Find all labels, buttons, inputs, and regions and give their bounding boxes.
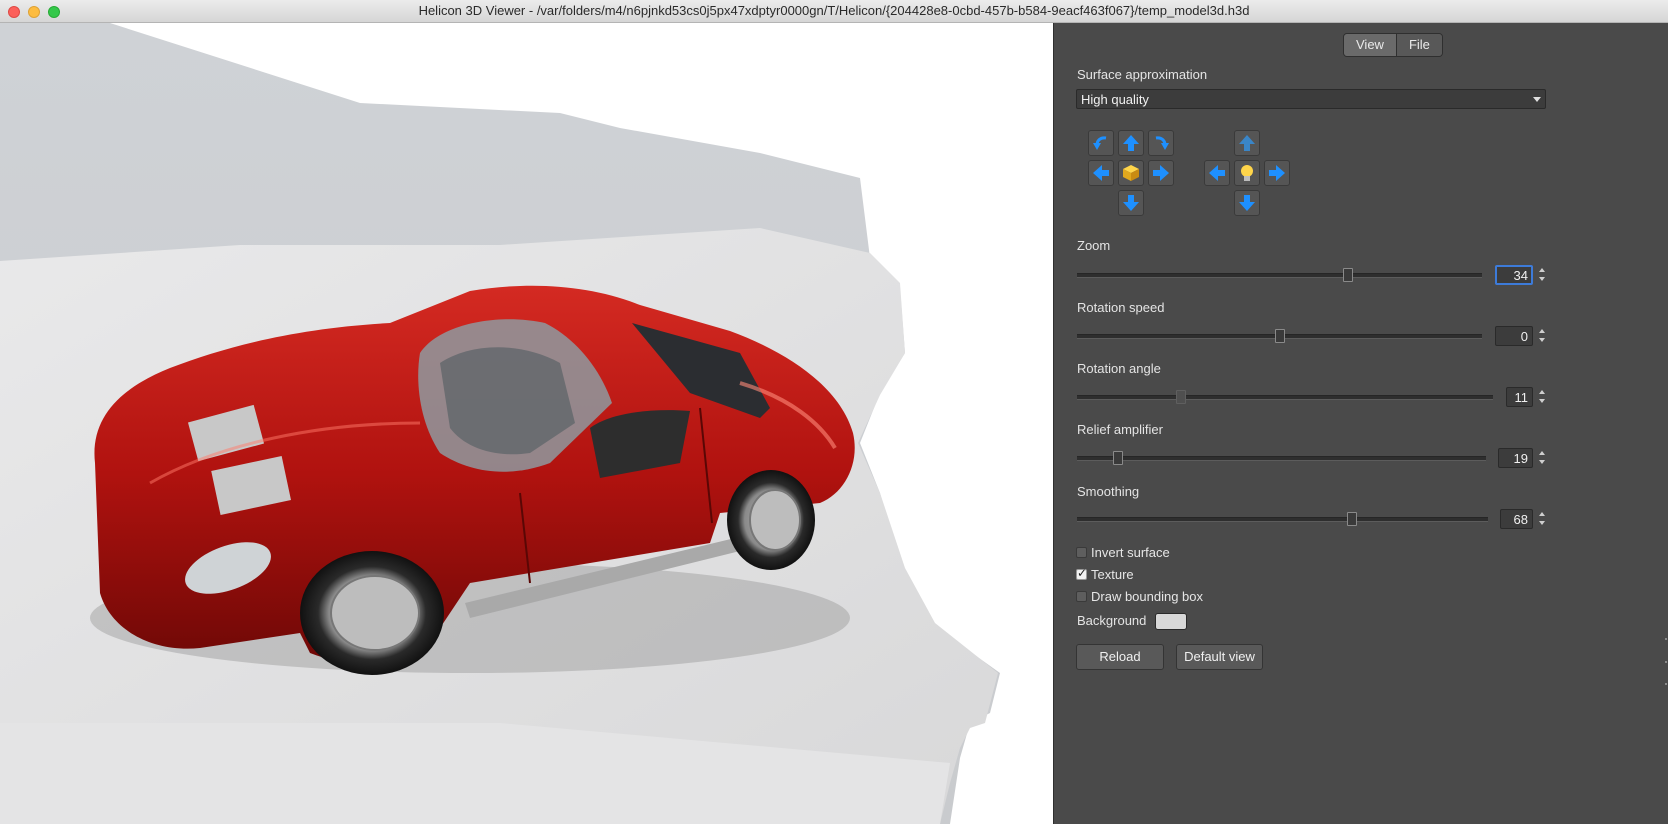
smoothing-stepper[interactable]	[1537, 509, 1547, 529]
rotation-speed-stepper[interactable]	[1537, 326, 1547, 346]
panel-tabs: View File	[1343, 33, 1443, 57]
zoom-value: 34	[1513, 268, 1528, 283]
arrow-down-icon	[1123, 195, 1139, 211]
3d-model-render[interactable]	[0, 23, 1052, 824]
light-left-button[interactable]	[1204, 160, 1230, 186]
relief-amplifier-slider[interactable]	[1077, 456, 1486, 461]
arrow-up-icon	[1239, 135, 1255, 151]
chevron-up-icon	[1539, 451, 1545, 455]
draw-bounding-box-option[interactable]: Draw bounding box	[1076, 587, 1203, 605]
zoom-label: Zoom	[1077, 238, 1111, 253]
rotation-angle-value: 11	[1514, 390, 1529, 405]
zoom-spinbox[interactable]: 34	[1495, 265, 1533, 285]
arrow-left-icon	[1093, 165, 1109, 181]
rotate-left-arrow-button[interactable]	[1088, 160, 1114, 186]
rotation-angle-slider-handle[interactable]	[1176, 390, 1186, 404]
arrow-left-icon	[1209, 165, 1225, 181]
rotation-speed-slider-handle[interactable]	[1274, 329, 1285, 343]
smoothing-slider[interactable]	[1077, 517, 1488, 522]
chevron-down-icon	[1539, 460, 1545, 464]
control-panel: View File Surface approximation High qua…	[1053, 23, 1668, 824]
light-button[interactable]	[1234, 160, 1260, 186]
rotate-right-icon	[1155, 136, 1169, 150]
zoom-slider-handle[interactable]	[1343, 268, 1354, 282]
surface-approximation-select[interactable]: High quality	[1076, 89, 1546, 109]
reload-button[interactable]: Reload	[1076, 644, 1164, 670]
draw-bounding-box-checkbox[interactable]	[1076, 590, 1087, 602]
background-label: Background	[1077, 613, 1147, 628]
tab-file[interactable]: File	[1395, 34, 1442, 56]
rotate-left-button[interactable]	[1088, 130, 1114, 156]
relief-amplifier-value: 19	[1513, 451, 1528, 466]
chevron-down-icon	[1539, 399, 1545, 403]
rotate-down-button[interactable]	[1118, 190, 1144, 216]
smoothing-spinbox[interactable]: 68	[1500, 509, 1533, 529]
chevron-down-icon	[1539, 277, 1545, 281]
window-title: Helicon 3D Viewer - /var/folders/m4/n6pj…	[418, 3, 1250, 18]
chevron-down-icon	[1539, 521, 1545, 525]
smoothing-label: Smoothing	[1077, 484, 1140, 499]
rotate-right-button[interactable]	[1148, 130, 1174, 156]
rotate-right-arrow-button[interactable]	[1148, 160, 1174, 186]
texture-checkbox[interactable]: ✓	[1076, 565, 1088, 580]
arrow-up-icon	[1123, 135, 1139, 151]
rotation-angle-label: Rotation angle	[1077, 361, 1161, 376]
chevron-up-icon	[1539, 512, 1545, 516]
zoom-stepper[interactable]	[1537, 265, 1547, 285]
rotation-speed-value: 0	[1520, 329, 1528, 344]
rotation-angle-stepper[interactable]	[1537, 387, 1547, 407]
relief-amplifier-spinbox[interactable]: 19	[1498, 448, 1533, 468]
invert-surface-option[interactable]: Invert surface	[1076, 543, 1170, 561]
resize-grip[interactable]	[1665, 638, 1667, 640]
invert-surface-label: Invert surface	[1091, 544, 1170, 560]
resize-grip[interactable]	[1665, 683, 1667, 685]
smoothing-slider-handle[interactable]	[1347, 512, 1358, 526]
lightbulb-icon	[1241, 165, 1253, 181]
background-color-swatch[interactable]	[1155, 613, 1187, 630]
smoothing-value: 68	[1513, 512, 1528, 527]
arrow-down-icon	[1239, 195, 1255, 211]
chevron-up-icon	[1539, 329, 1545, 333]
texture-option[interactable]: ✓ Texture	[1076, 565, 1134, 583]
texture-label: Texture	[1091, 566, 1134, 582]
tab-view[interactable]: View	[1344, 34, 1396, 56]
rotation-angle-slider[interactable]	[1077, 395, 1493, 400]
relief-amplifier-stepper[interactable]	[1537, 448, 1547, 468]
app-window: Helicon 3D Viewer - /var/folders/m4/n6pj…	[0, 0, 1668, 824]
zoom-slider[interactable]	[1077, 273, 1482, 278]
title-bar: Helicon 3D Viewer - /var/folders/m4/n6pj…	[0, 0, 1668, 23]
chevron-up-icon	[1539, 268, 1545, 272]
rotate-left-icon	[1093, 136, 1107, 150]
rotation-angle-spinbox[interactable]: 11	[1506, 387, 1533, 407]
rotation-speed-label: Rotation speed	[1077, 300, 1165, 315]
relief-amplifier-slider-handle[interactable]	[1112, 451, 1123, 465]
relief-amplifier-label: Relief amplifier	[1077, 422, 1163, 437]
light-down-button[interactable]	[1234, 190, 1260, 216]
arrow-right-icon	[1153, 165, 1169, 181]
chevron-down-icon	[1533, 97, 1541, 102]
invert-surface-checkbox[interactable]	[1076, 546, 1087, 558]
default-view-button[interactable]: Default view	[1176, 644, 1263, 670]
chevron-up-icon	[1539, 390, 1545, 394]
rotation-speed-spinbox[interactable]: 0	[1495, 326, 1533, 346]
cube-view-button[interactable]	[1118, 160, 1144, 186]
checkmark-icon: ✓	[1077, 565, 1088, 580]
3d-viewport[interactable]	[0, 23, 1052, 824]
light-right-button[interactable]	[1264, 160, 1290, 186]
cube-icon	[1123, 165, 1139, 181]
light-up-button[interactable]	[1234, 130, 1260, 156]
draw-bounding-box-label: Draw bounding box	[1091, 588, 1204, 604]
surface-approximation-label: Surface approximation	[1077, 67, 1208, 82]
arrow-right-icon	[1269, 165, 1285, 181]
surface-approximation-value: High quality	[1081, 92, 1149, 107]
rotate-up-button[interactable]	[1118, 130, 1144, 156]
resize-grip[interactable]	[1665, 661, 1667, 663]
chevron-down-icon	[1539, 338, 1545, 342]
